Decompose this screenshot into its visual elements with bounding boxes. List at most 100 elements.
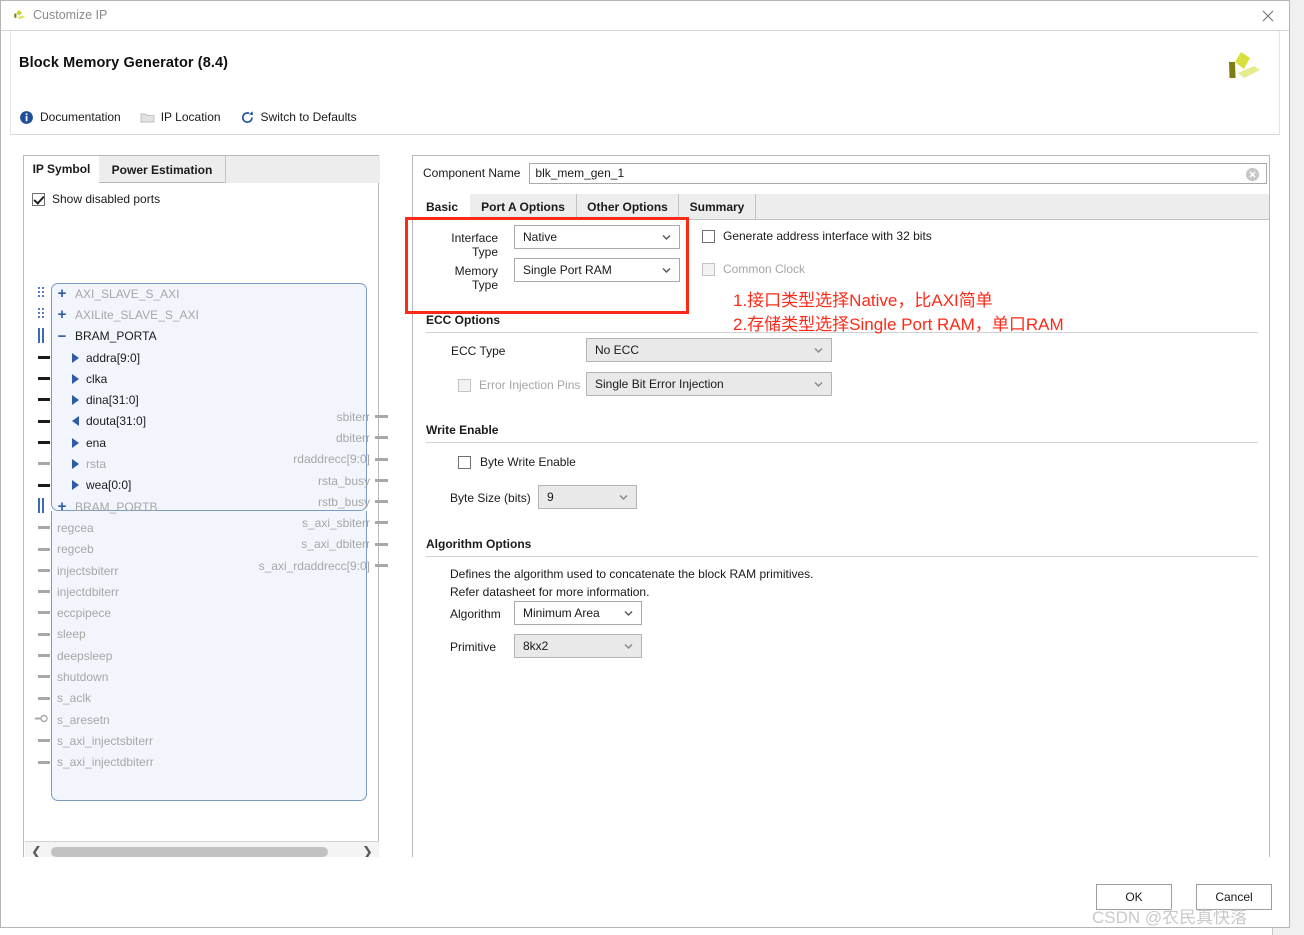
switch-to-defaults-button[interactable]: Switch to Defaults (240, 110, 357, 125)
close-icon[interactable] (1259, 7, 1277, 25)
cancel-button[interactable]: Cancel (1196, 884, 1272, 910)
expand-icon[interactable]: + (54, 306, 70, 323)
output-port-row[interactable]: rsta_busy (184, 470, 394, 491)
expand-icon[interactable]: + (54, 285, 70, 302)
chevron-down-icon (814, 380, 823, 389)
ip-location-label: IP Location (161, 110, 221, 124)
port-tree-row[interactable]: +AXILite_SLAVE_S_AXI (51, 304, 381, 325)
ok-button[interactable]: OK (1096, 884, 1172, 910)
port-tree-row[interactable]: sleep (51, 624, 381, 645)
output-port-row[interactable]: s_axi_dbiterr (184, 534, 394, 555)
output-port-row[interactable]: sbiterr (184, 406, 394, 427)
scrollbar-thumb[interactable] (51, 847, 328, 857)
output-port-row[interactable]: rdaddrecc[9:0] (184, 449, 394, 470)
show-disabled-ports-checkbox[interactable]: Show disabled ports (32, 192, 160, 206)
port-pin (38, 611, 50, 614)
clear-circle-icon[interactable] (1245, 167, 1260, 182)
chevron-down-icon (624, 609, 633, 618)
port-tree-row[interactable]: s_axi_injectdbiterr (51, 752, 381, 773)
port-label: s_axi_injectsbiterr (57, 734, 153, 748)
port-tree-row[interactable]: s_aresetn (51, 709, 381, 730)
generate-address-interface-checkbox[interactable]: Generate address interface with 32 bits (702, 229, 932, 243)
output-port-row[interactable]: s_axi_sbiterr (184, 512, 394, 533)
component-name-row: Component Name blk_mem_gen_1 (415, 162, 1267, 184)
port-label: clka (86, 372, 107, 386)
collapse-icon[interactable]: − (54, 328, 70, 345)
memory-type-label: Memory Type (432, 264, 498, 292)
port-group-label: BRAM_PORTB (75, 500, 157, 514)
folder-icon (140, 110, 155, 125)
component-name-value: blk_mem_gen_1 (535, 166, 624, 180)
left-tab-filler (226, 156, 380, 183)
memory-type-value: Single Port RAM (523, 263, 612, 277)
expand-icon[interactable]: + (54, 498, 70, 515)
port-pin (38, 697, 50, 700)
ecc-type-select[interactable]: No ECC (586, 338, 832, 362)
port-pin (375, 521, 388, 524)
byte-size-select[interactable]: 9 (538, 485, 637, 509)
tab-ip-symbol-label: IP Symbol (33, 162, 91, 176)
ip-location-button[interactable]: IP Location (140, 110, 221, 125)
checkbox-box (458, 456, 471, 469)
write-enable-title: Write Enable (426, 423, 498, 437)
byte-size-value: 9 (547, 490, 554, 504)
port-tree-row[interactable]: −BRAM_PORTA (51, 326, 381, 347)
tab-summary-label: Summary (690, 200, 745, 214)
algorithm-options-title: Algorithm Options (426, 537, 531, 551)
cancel-button-label: Cancel (1215, 890, 1252, 904)
port-tree-row[interactable]: +AXI_SLAVE_S_AXI (51, 283, 381, 304)
tab-power-estimation-label: Power Estimation (112, 163, 213, 177)
port-label: addra[9:0] (86, 351, 140, 365)
port-pin (375, 458, 388, 461)
input-arrow-icon (72, 438, 79, 448)
port-pin (375, 415, 388, 418)
port-pin (38, 739, 50, 742)
output-port-row[interactable]: rstb_busy (184, 491, 394, 512)
port-tree-row[interactable]: s_axi_injectsbiterr (51, 730, 381, 751)
port-tree-row[interactable]: deepsleep (51, 645, 381, 666)
chevron-down-icon (814, 346, 823, 355)
port-tree-row[interactable]: shutdown (51, 666, 381, 687)
tab-basic[interactable]: Basic (414, 194, 470, 220)
port-tree-row[interactable]: clka (51, 368, 381, 389)
port-tree-row[interactable]: injectdbiterr (51, 581, 381, 602)
ecc-type-label: ECC Type (451, 344, 505, 358)
tab-summary[interactable]: Summary (679, 194, 756, 220)
refresh-icon (240, 110, 255, 125)
component-name-input[interactable]: blk_mem_gen_1 (529, 163, 1267, 184)
port-group-label: BRAM_PORTA (75, 329, 157, 343)
port-pin (38, 590, 50, 593)
byte-write-enable-checkbox[interactable]: Byte Write Enable (458, 455, 576, 469)
documentation-button[interactable]: Documentation (19, 110, 121, 125)
port-tree-row[interactable]: s_aclk (51, 688, 381, 709)
input-arrow-icon (72, 353, 79, 363)
tab-ip-symbol[interactable]: IP Symbol (24, 156, 99, 183)
checkbox-box (702, 263, 715, 276)
port-pin (38, 484, 50, 487)
interface-type-select[interactable]: Native (514, 225, 680, 249)
memory-type-select[interactable]: Single Port RAM (514, 258, 680, 282)
input-arrow-icon (72, 395, 79, 405)
algorithm-value: Minimum Area (523, 606, 600, 620)
tab-other-options[interactable]: Other Options (577, 194, 679, 220)
algorithm-options-divider (426, 556, 1258, 557)
output-port-row[interactable]: dbiterr (184, 427, 394, 448)
show-disabled-ports-label: Show disabled ports (52, 192, 160, 206)
primitive-value: 8kx2 (523, 639, 548, 653)
common-clock-label: Common Clock (723, 262, 805, 276)
input-arrow-icon (72, 480, 79, 490)
primitive-select[interactable]: 8kx2 (514, 634, 642, 658)
tab-port-a-options[interactable]: Port A Options (470, 194, 577, 220)
port-label: sleep (57, 627, 86, 641)
output-port-row[interactable]: s_axi_rdaddrecc[9:0] (184, 555, 394, 576)
dialog-body: IP Symbol Power Estimation Show disabled… (10, 135, 1280, 857)
error-injection-type-select[interactable]: Single Bit Error Injection (586, 372, 832, 396)
port-pin (38, 633, 50, 636)
tab-power-estimation[interactable]: Power Estimation (99, 156, 226, 183)
port-label: regcea (57, 521, 94, 535)
options-panel: Component Name blk_mem_gen_1 Basic (412, 155, 1270, 862)
left-tab-bar: IP Symbol Power Estimation (24, 156, 378, 183)
port-tree-row[interactable]: addra[9:0] (51, 347, 381, 368)
algorithm-select[interactable]: Minimum Area (514, 601, 642, 625)
port-tree-row[interactable]: eccpipece (51, 602, 381, 623)
